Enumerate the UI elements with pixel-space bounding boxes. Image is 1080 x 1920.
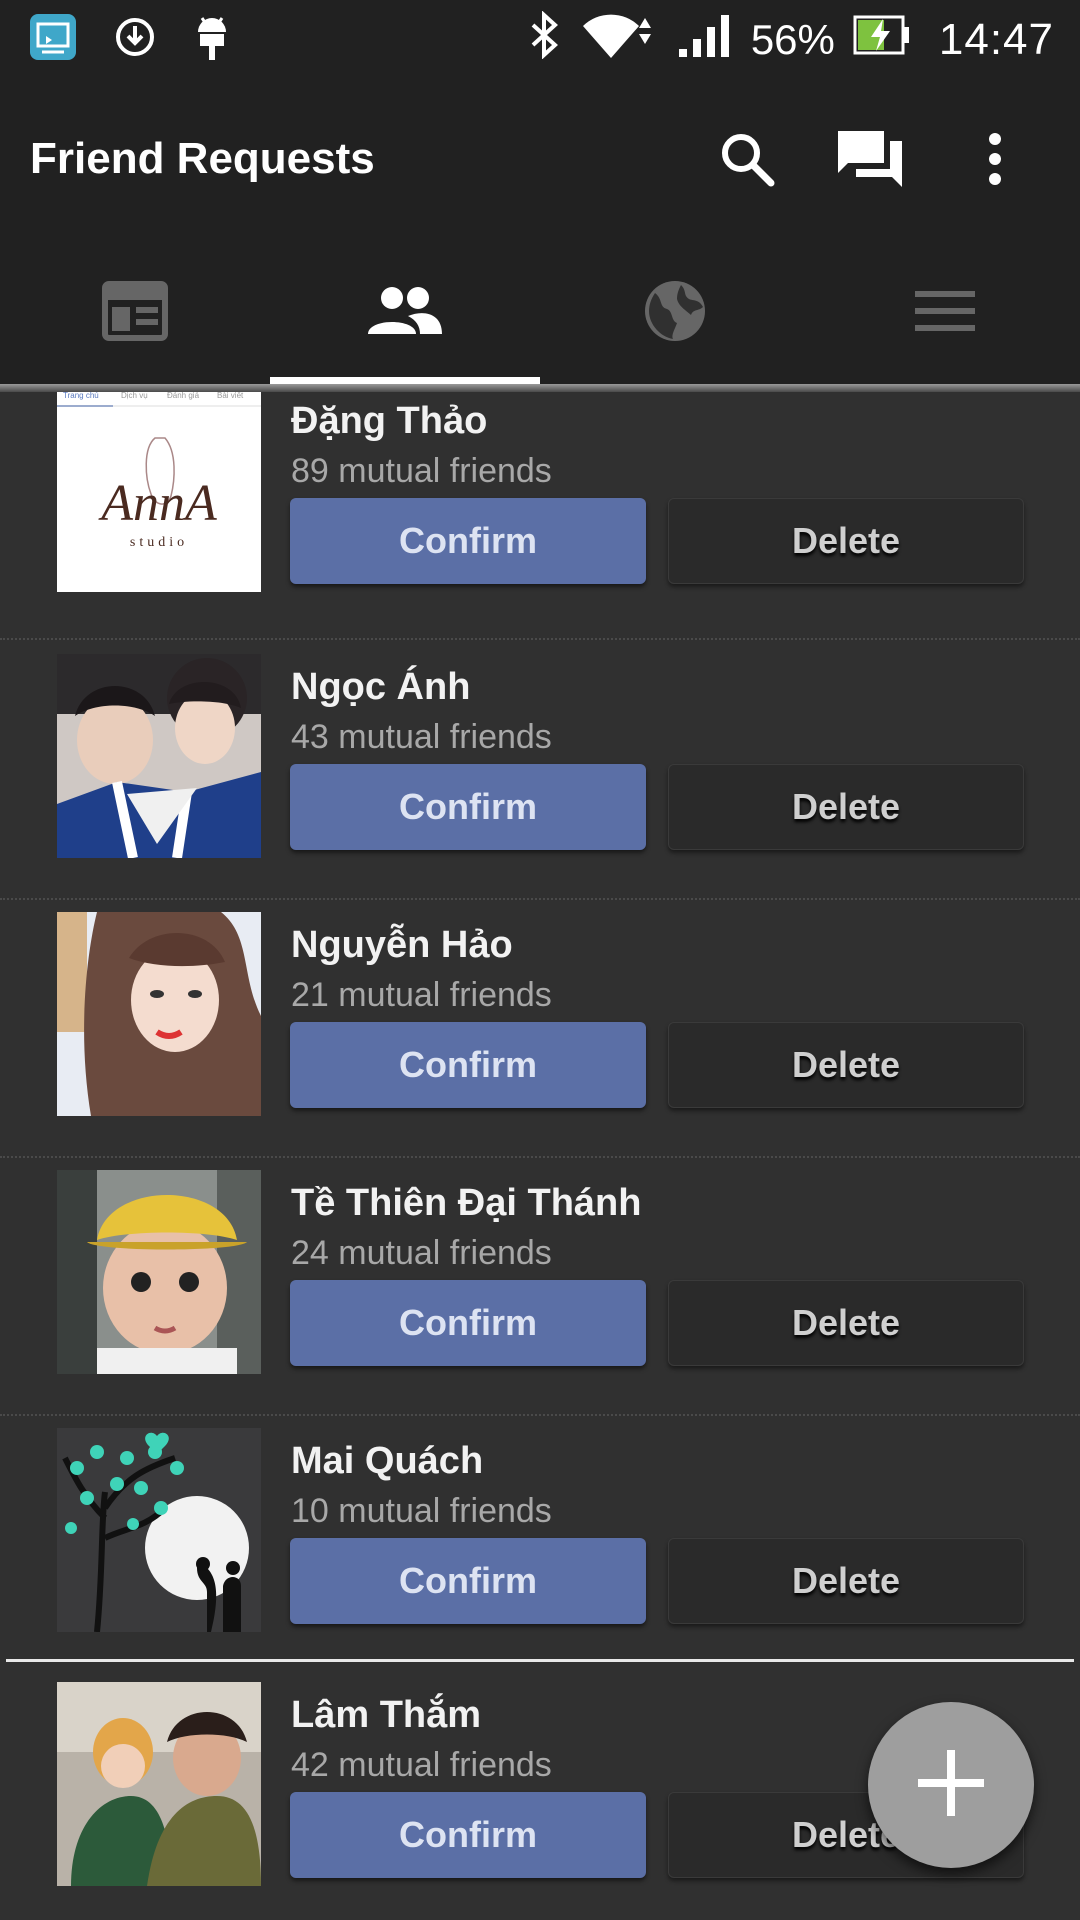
confirm-button[interactable]: Confirm	[290, 1792, 646, 1878]
avatar-logo-text: AnnA	[98, 475, 217, 532]
mutual-friends: 89 mutual friends	[291, 452, 552, 490]
confirm-button[interactable]: Confirm	[290, 1280, 646, 1366]
requester-name: Tề Thiên Đại Thánh	[291, 1182, 642, 1224]
avatar: Trang chủ Dịch vụ Đánh giá Bài viết AnnA…	[57, 392, 261, 592]
tab-bar	[0, 242, 1080, 384]
list-item: Ngọc Ánh 43 mutual friends Confirm Delet…	[0, 642, 1080, 900]
requester-name: Nguyễn Hảo	[291, 924, 513, 966]
confirm-button[interactable]: Confirm	[290, 764, 646, 850]
list-item: Tề Thiên Đại Thánh 24 mutual friends Con…	[0, 1158, 1080, 1416]
delete-button[interactable]: Delete	[668, 498, 1024, 584]
screen-cast-icon	[28, 12, 78, 67]
search-icon[interactable]	[712, 124, 782, 194]
tab-notifications[interactable]	[540, 242, 810, 384]
bluetooth-icon	[527, 10, 561, 69]
avatar-tab-2: Dịch vụ	[121, 392, 148, 400]
add-fab-button[interactable]	[868, 1702, 1034, 1868]
avatar-tab-3: Đánh giá	[167, 392, 200, 400]
plus-icon	[916, 1748, 986, 1823]
requester-name: Đặng Thảo	[291, 400, 488, 442]
mutual-friends: 43 mutual friends	[291, 718, 552, 756]
avatar	[57, 1428, 261, 1632]
delete-button[interactable]: Delete	[668, 1280, 1024, 1366]
requester-name: Ngọc Ánh	[291, 666, 471, 708]
avatar	[57, 912, 261, 1116]
section-divider	[6, 1659, 1074, 1662]
avatar	[57, 1682, 261, 1886]
friend-request-list: Trang chủ Dịch vụ Đánh giá Bài viết AnnA…	[0, 392, 1080, 1920]
list-item: Mai Quách 10 mutual friends Confirm Dele…	[0, 1416, 1080, 1674]
friends-icon	[368, 286, 442, 341]
tabs-divider	[0, 384, 1080, 392]
avatar-tab-1: Trang chủ	[63, 392, 99, 400]
avatar-tab-4: Bài viết	[217, 392, 244, 400]
tab-menu[interactable]	[810, 242, 1080, 384]
globe-icon	[643, 279, 707, 348]
delete-button[interactable]: Delete	[668, 764, 1024, 850]
status-bar: 56% 14:47	[0, 0, 1080, 78]
avatar-logo-sub: studio	[130, 535, 188, 550]
mutual-friends: 24 mutual friends	[291, 1234, 552, 1272]
toolbar: Friend Requests	[0, 78, 1080, 242]
tab-news-feed[interactable]	[0, 242, 270, 384]
requester-name: Lâm Thắm	[291, 1694, 482, 1736]
requester-name: Mai Quách	[291, 1440, 484, 1482]
battery-charging-icon	[853, 15, 911, 65]
confirm-button[interactable]: Confirm	[290, 1022, 646, 1108]
page-title: Friend Requests	[30, 134, 375, 183]
messages-icon[interactable]	[836, 124, 906, 194]
signal-icon	[677, 11, 733, 69]
mutual-friends: 10 mutual friends	[291, 1492, 552, 1530]
menu-icon	[915, 289, 975, 338]
delete-button[interactable]: Delete	[668, 1022, 1024, 1108]
delete-button[interactable]: Delete	[668, 1538, 1024, 1624]
confirm-button[interactable]: Confirm	[290, 498, 646, 584]
wifi-icon	[579, 10, 659, 70]
clock: 14:47	[938, 15, 1054, 64]
mutual-friends: 42 mutual friends	[291, 1746, 552, 1784]
list-item: Trang chủ Dịch vụ Đánh giá Bài viết AnnA…	[0, 392, 1080, 640]
avatar	[57, 654, 261, 858]
newsfeed-icon	[102, 280, 168, 346]
mutual-friends: 21 mutual friends	[291, 976, 552, 1014]
battery-percent: 56%	[750, 16, 835, 63]
android-debug-icon	[192, 12, 232, 67]
avatar	[57, 1170, 261, 1374]
confirm-button[interactable]: Confirm	[290, 1538, 646, 1624]
more-options-icon[interactable]	[960, 124, 1030, 194]
sync-download-icon	[112, 14, 158, 65]
tab-friends[interactable]	[270, 242, 540, 384]
list-item: Nguyễn Hảo 21 mutual friends Confirm Del…	[0, 900, 1080, 1158]
